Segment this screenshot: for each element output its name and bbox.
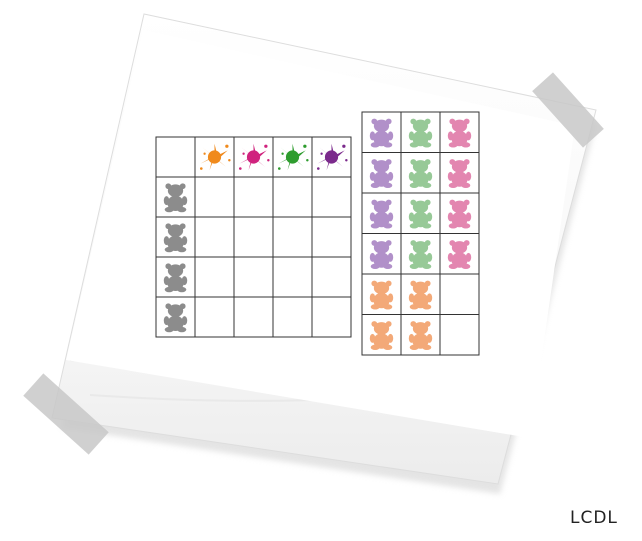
- grid-answer-cell[interactable]: [233, 176, 274, 218]
- game-grid: [155, 136, 352, 338]
- colored-bear-piece-icon[interactable]: [408, 240, 433, 270]
- grid-answer-cell[interactable]: [311, 176, 352, 218]
- piece-tray: [361, 111, 480, 356]
- colored-bear-piece-icon[interactable]: [369, 118, 394, 148]
- colored-bear-piece-icon[interactable]: [408, 159, 433, 189]
- colored-bear-piece-icon[interactable]: [447, 159, 472, 189]
- colored-bear-piece-icon[interactable]: [447, 199, 472, 229]
- colored-bear-piece-icon[interactable]: [369, 280, 394, 310]
- grid-answer-cell[interactable]: [194, 176, 235, 218]
- grey-bear-hugging-icon: [163, 303, 188, 333]
- colored-bear-piece-icon[interactable]: [408, 199, 433, 229]
- grid-answer-cell[interactable]: [194, 256, 235, 298]
- signature-text: LCDL: [570, 508, 618, 528]
- colored-bear-piece-icon[interactable]: [369, 321, 394, 351]
- grid-corner-cell: [155, 136, 196, 178]
- colored-bear-piece-icon[interactable]: [408, 118, 433, 148]
- grid-answer-cell[interactable]: [272, 256, 313, 298]
- grid-answer-cell[interactable]: [194, 296, 235, 338]
- grid-answer-cell[interactable]: [272, 176, 313, 218]
- grid-answer-cell[interactable]: [233, 216, 274, 258]
- colored-bear-piece-icon[interactable]: [447, 118, 472, 148]
- colored-bear-piece-icon[interactable]: [369, 240, 394, 270]
- piece-cell: [439, 314, 480, 356]
- colored-bear-piece-icon[interactable]: [369, 159, 394, 189]
- grid-answer-cell[interactable]: [272, 296, 313, 338]
- grid-answer-cell[interactable]: [272, 216, 313, 258]
- grey-bear-standing-icon: [163, 263, 188, 293]
- grid-answer-cell[interactable]: [233, 296, 274, 338]
- piece-cell: [439, 273, 480, 315]
- colored-bear-piece-icon[interactable]: [408, 280, 433, 310]
- grid-answer-cell[interactable]: [233, 256, 274, 298]
- grey-bear-sitting-icon: [163, 183, 188, 213]
- colored-bear-piece-icon[interactable]: [369, 199, 394, 229]
- grid-answer-cell[interactable]: [311, 296, 352, 338]
- colored-bear-piece-icon[interactable]: [408, 321, 433, 351]
- grid-answer-cell[interactable]: [311, 216, 352, 258]
- colored-bear-piece-icon[interactable]: [447, 240, 472, 270]
- grey-bear-holding-flower-icon: [163, 223, 188, 253]
- grid-answer-cell[interactable]: [311, 256, 352, 298]
- grid-answer-cell[interactable]: [194, 216, 235, 258]
- polaroid-scene: [23, 13, 604, 494]
